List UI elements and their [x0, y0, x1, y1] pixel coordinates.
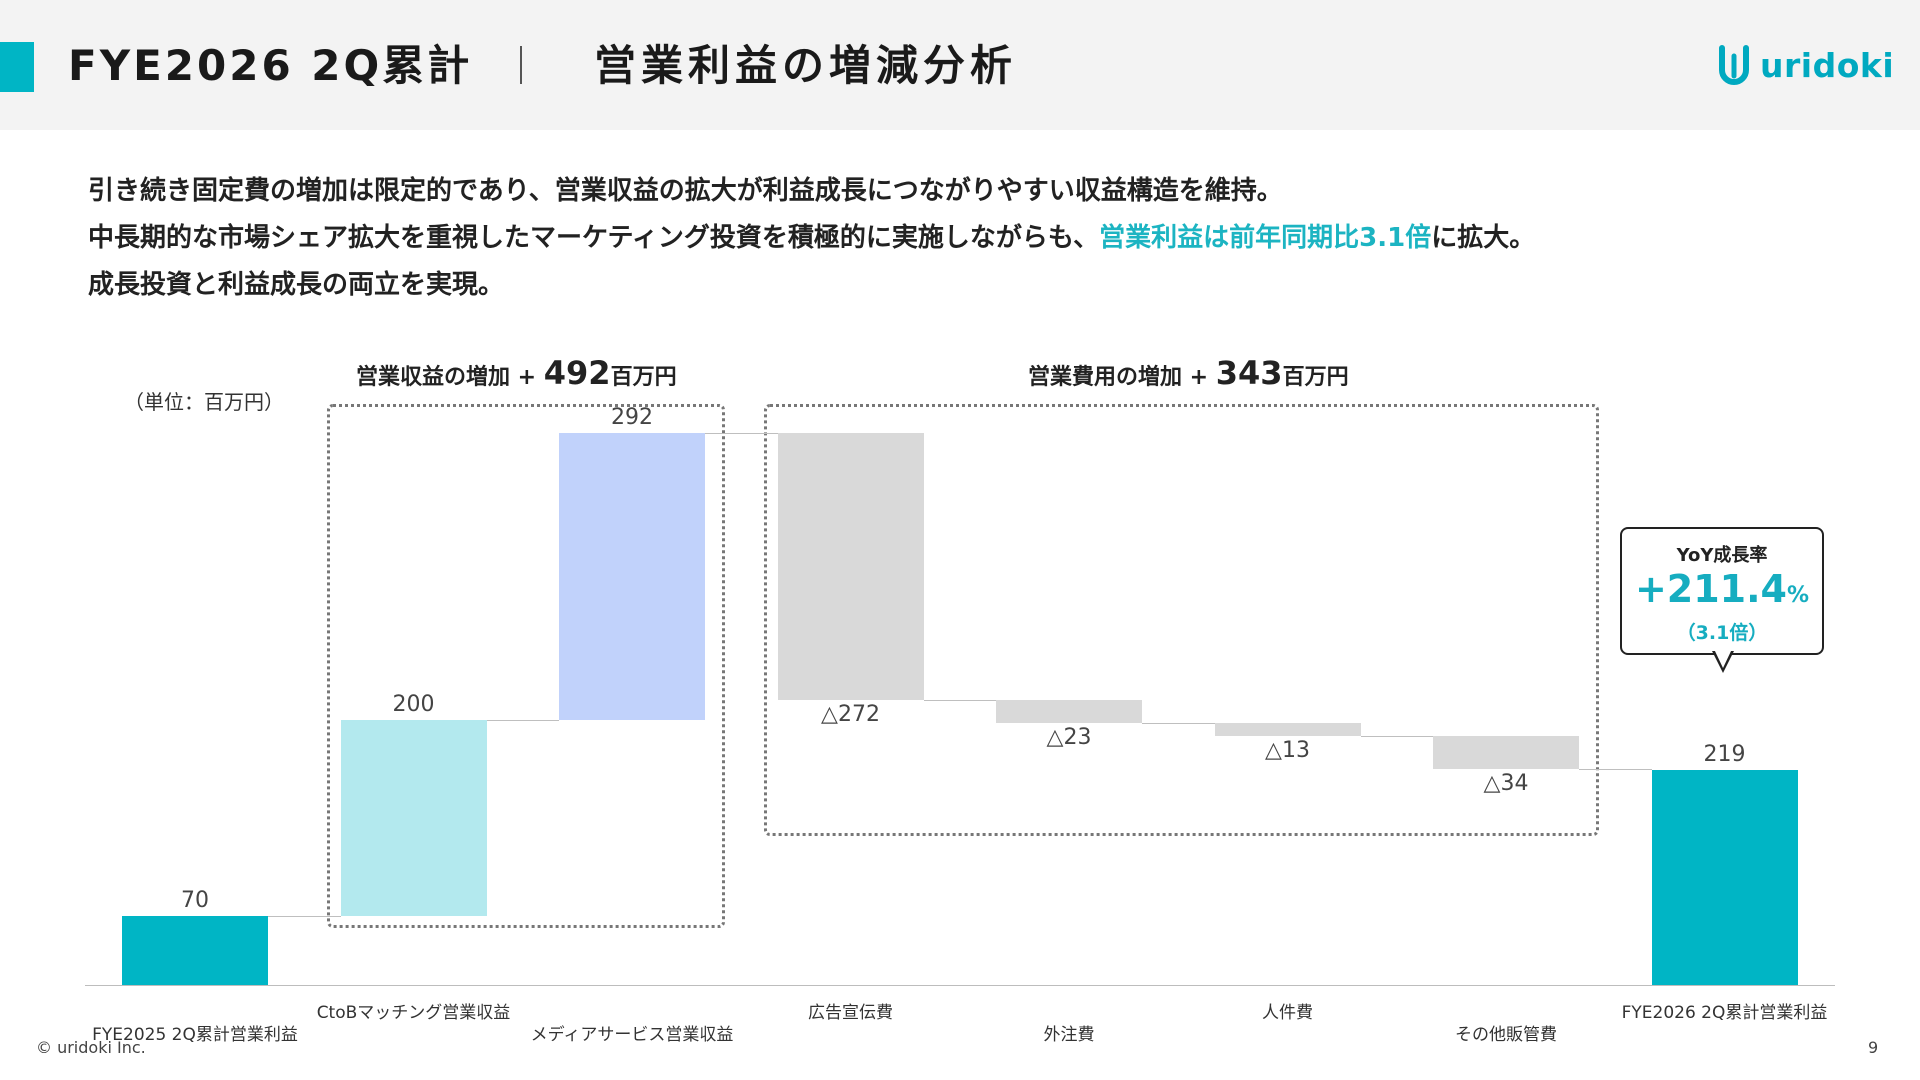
value-label: △23 [1046, 724, 1092, 750]
bar-4 [996, 700, 1142, 723]
connector-line [923, 700, 996, 702]
connector-line [1579, 768, 1652, 770]
callout-tail-inner [1714, 649, 1732, 668]
bar-0 [122, 916, 268, 985]
yoy-growth-value: +211.4 [1634, 567, 1787, 611]
connector-line [268, 916, 341, 918]
bar-3 [777, 433, 924, 701]
logo-text: uridoki [1760, 46, 1895, 85]
bar-6 [1433, 735, 1579, 769]
yoy-callout: YoY成長率 +211.4% （3.1倍） [1620, 527, 1824, 655]
expense-increase-label: 営業費用の増加 + 343百万円 [1028, 354, 1349, 392]
bar-2 [559, 433, 705, 720]
revenue-increase-suffix: 百万円 [610, 365, 677, 390]
yoy-callout-multiple: （3.1倍） [1676, 622, 1768, 644]
connector-line [705, 433, 778, 434]
expense-increase-text: 営業費用の増加 + [1028, 365, 1216, 390]
page-subtitle: 営業利益の増減分析 [594, 41, 1018, 90]
connector-line [1360, 735, 1433, 737]
lead-line-3: 成長投資と利益成長の両立を実現。 [88, 270, 505, 300]
page-number: 9 [1868, 1038, 1879, 1057]
revenue-increase-amount: 492 [543, 354, 611, 392]
header-accent [0, 42, 34, 92]
footer-copyright: © uridoki Inc. [36, 1038, 146, 1057]
yoy-callout-value: +211.4% [1622, 567, 1822, 618]
lead-text: 引き続き固定費の増加は限定的であり、営業収益の拡大が利益成長につながりやすい収益… [88, 168, 1888, 309]
bar-7 [1651, 769, 1798, 985]
lead-line-2-post: に拡大。 [1431, 223, 1536, 253]
lead-highlight: 営業利益は前年同期比3.1倍 [1099, 223, 1432, 253]
logo-mark-icon [1719, 45, 1749, 85]
yoy-callout-title: YoY成長率 [1676, 545, 1768, 566]
value-label: △13 [1265, 737, 1310, 763]
connector-line [1142, 722, 1215, 724]
category-label: メディアサービス営業収益 [530, 1025, 734, 1045]
connector-line [486, 719, 559, 721]
category-label: その他販管費 [1455, 1025, 1557, 1045]
uridoki-logo: uridoki [1712, 42, 1897, 92]
value-label: 70 [181, 888, 209, 914]
value-label: 292 [611, 405, 653, 430]
bar-5 [1214, 722, 1361, 736]
yoy-growth-unit: % [1787, 583, 1810, 608]
lead-line-1: 引き続き固定費の増加は限定的であり、営業収益の拡大が利益成長につながりやすい収益… [88, 176, 1283, 206]
lead-line-2: 中長期的な市場シェア拡大を重視したマーケティング投資を積極的に実施しながらも、営… [88, 215, 1888, 262]
value-label: △272 [821, 702, 880, 728]
bar-1 [340, 719, 487, 917]
category-label: 外注費 [1043, 1025, 1095, 1045]
value-label: 200 [392, 691, 435, 717]
value-label: △34 [1483, 770, 1529, 796]
x-axis-line [85, 985, 1835, 986]
value-label: 219 [1703, 741, 1746, 767]
category-label: FYE2026 2Q累計営業利益 [1621, 1003, 1828, 1023]
expense-increase-suffix: 百万円 [1282, 365, 1349, 390]
unit-label: （単位：百万円） [124, 390, 284, 414]
revenue-increase-text: 営業収益の増加 + [356, 365, 544, 390]
page-title: FYE2026 2Q累計 [68, 41, 473, 90]
revenue-increase-label: 営業収益の増加 + 492百万円 [356, 354, 677, 392]
header-bar: FYE2026 2Q累計 営業利益の増減分析 uridoki [0, 0, 1920, 130]
expense-increase-amount: 343 [1215, 354, 1283, 392]
lead-line-2-pre: 中長期的な市場シェア拡大を重視したマーケティング投資を積極的に実施しながらも、 [88, 223, 1100, 253]
title-divider [520, 46, 522, 84]
